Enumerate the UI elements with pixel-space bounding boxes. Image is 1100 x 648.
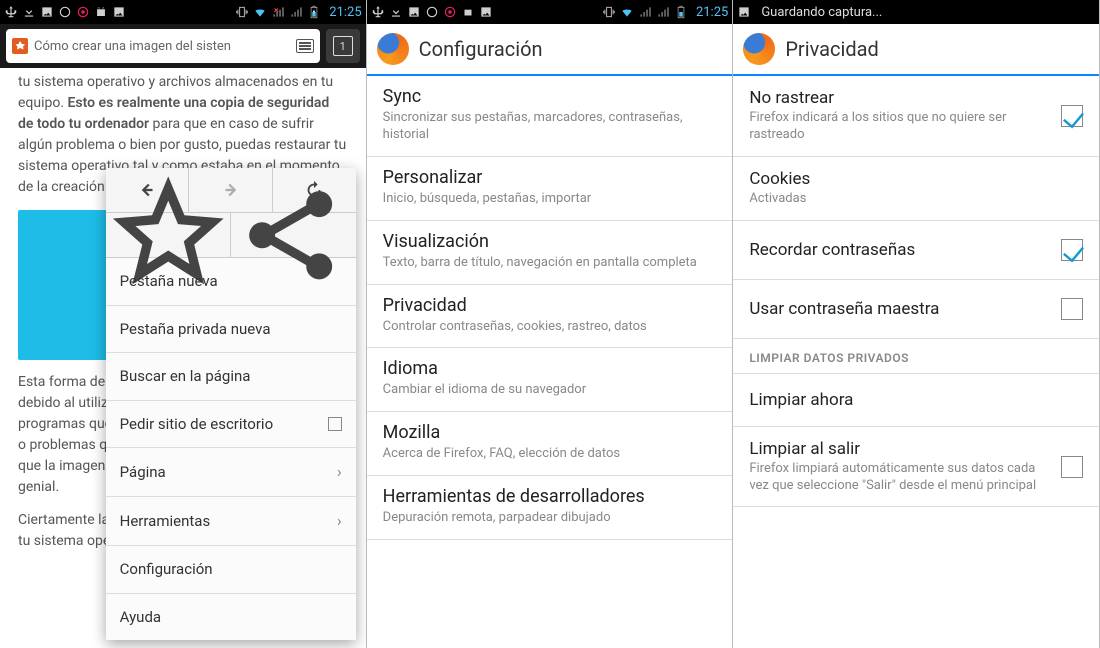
menu-row2	[106, 213, 356, 258]
usb-icon	[371, 5, 385, 19]
tabs-button[interactable]: 1	[326, 29, 360, 63]
privacy-remember-passwords[interactable]: Recordar contraseñas	[733, 221, 1099, 280]
share-button[interactable]	[231, 213, 356, 257]
toolbar: Cómo crear una imagen del sisten 1	[0, 24, 366, 68]
signal1-icon	[638, 5, 652, 19]
vibrate-icon	[235, 5, 249, 19]
menu-new-private-tab[interactable]: Pestaña privada nueva	[106, 306, 356, 354]
target-icon	[76, 5, 90, 19]
screen-settings: 21:25 Configuración Sync Sincronizar sus…	[367, 0, 734, 648]
master-pw-checkbox[interactable]	[1061, 298, 1083, 320]
screen-browser: 21:25 Cómo crear una imagen del sisten 1…	[0, 0, 367, 648]
setting-display[interactable]: Visualización Texto, barra de título, na…	[367, 221, 733, 285]
bookmark-button[interactable]	[106, 213, 232, 257]
privacy-header: Privacidad	[733, 24, 1099, 76]
image-icon	[40, 5, 54, 19]
signal1-icon	[271, 5, 285, 19]
remember-pw-checkbox[interactable]	[1061, 239, 1083, 261]
android-icon	[461, 5, 475, 19]
clear-exit-checkbox[interactable]	[1061, 456, 1083, 478]
battery-icon	[674, 5, 688, 19]
download-icon	[22, 5, 36, 19]
clock: 21:25	[329, 5, 361, 20]
privacy-clear-on-exit[interactable]: Limpiar al salir Firefox limpiará automá…	[733, 427, 1099, 508]
page-content[interactable]: tu sistema operativo y archivos almacena…	[0, 68, 366, 648]
firefox-logo-icon[interactable]	[377, 33, 409, 65]
image-icon	[737, 5, 751, 19]
favicon-icon	[12, 38, 28, 54]
settings-header: Configuración	[367, 24, 733, 76]
page-title: Privacidad	[785, 37, 878, 61]
menu-page[interactable]: Página›	[106, 448, 356, 497]
url-bar[interactable]: Cómo crear una imagen del sisten	[6, 29, 320, 63]
setting-customize[interactable]: Personalizar Inicio, búsqueda, pestañas,…	[367, 157, 733, 221]
setting-sync[interactable]: Sync Sincronizar sus pestañas, marcadore…	[367, 76, 733, 157]
menu-tools[interactable]: Herramientas›	[106, 497, 356, 546]
setting-mozilla[interactable]: Mozilla Acerca de Firefox, FAQ, elección…	[367, 412, 733, 476]
target-icon	[443, 5, 457, 19]
setting-language[interactable]: Idioma Cambiar el idioma de su navegador	[367, 348, 733, 412]
privacy-master-password[interactable]: Usar contraseña maestra	[733, 280, 1099, 339]
vibrate-icon	[602, 5, 616, 19]
setting-devtools[interactable]: Herramientas de desarrolladores Depuraci…	[367, 476, 733, 540]
saving-screenshot-text: Guardando captura...	[761, 5, 882, 20]
image2-icon	[112, 5, 126, 19]
menu-help[interactable]: Ayuda	[106, 594, 356, 641]
reader-mode-icon[interactable]	[296, 39, 314, 53]
page-title: Configuración	[419, 37, 543, 61]
chevron-right-icon: ›	[337, 509, 342, 533]
wifi-icon	[620, 5, 634, 19]
privacy-dnt[interactable]: No rastrear Firefox indicará a los sitio…	[733, 76, 1099, 157]
status-bar: 21:25	[367, 0, 733, 24]
desktop-checkbox[interactable]	[328, 417, 342, 431]
clock: 21:25	[696, 5, 728, 20]
usb-icon	[4, 5, 18, 19]
menu-find-in-page[interactable]: Buscar en la página	[106, 353, 356, 401]
settings-list[interactable]: Sync Sincronizar sus pestañas, marcadore…	[367, 76, 733, 540]
status-bar: 21:25	[0, 0, 366, 24]
privacy-clear-now[interactable]: Limpiar ahora	[733, 374, 1099, 427]
android-icon	[94, 5, 108, 19]
chevron-right-icon: ›	[337, 460, 342, 484]
signal2-icon	[656, 5, 670, 19]
menu-request-desktop[interactable]: Pedir sitio de escritorio	[106, 401, 356, 449]
privacy-cookies[interactable]: Cookies Activadas	[733, 157, 1099, 221]
screen-privacy: Guardando captura... Privacidad No rastr…	[733, 0, 1100, 648]
wifi-icon	[253, 5, 267, 19]
tab-count: 1	[333, 36, 353, 56]
circle-icon	[425, 5, 439, 19]
url-text: Cómo crear una imagen del sisten	[34, 39, 290, 54]
image2-icon	[479, 5, 493, 19]
download-icon	[389, 5, 403, 19]
status-bar: Guardando captura...	[733, 0, 1099, 24]
signal2-icon	[289, 5, 303, 19]
setting-privacy[interactable]: Privacidad Controlar contraseñas, cookie…	[367, 285, 733, 349]
battery-icon	[307, 5, 321, 19]
firefox-logo-icon[interactable]	[743, 33, 775, 65]
privacy-list[interactable]: No rastrear Firefox indicará a los sitio…	[733, 76, 1099, 507]
section-clear-data: LIMPIAR DATOS PRIVADOS	[733, 339, 1099, 374]
menu-settings[interactable]: Configuración	[106, 546, 356, 594]
circle-icon	[58, 5, 72, 19]
dnt-checkbox[interactable]	[1061, 105, 1083, 127]
overflow-menu: Pestaña nueva Pestaña privada nueva Busc…	[106, 168, 356, 640]
image-icon	[407, 5, 421, 19]
